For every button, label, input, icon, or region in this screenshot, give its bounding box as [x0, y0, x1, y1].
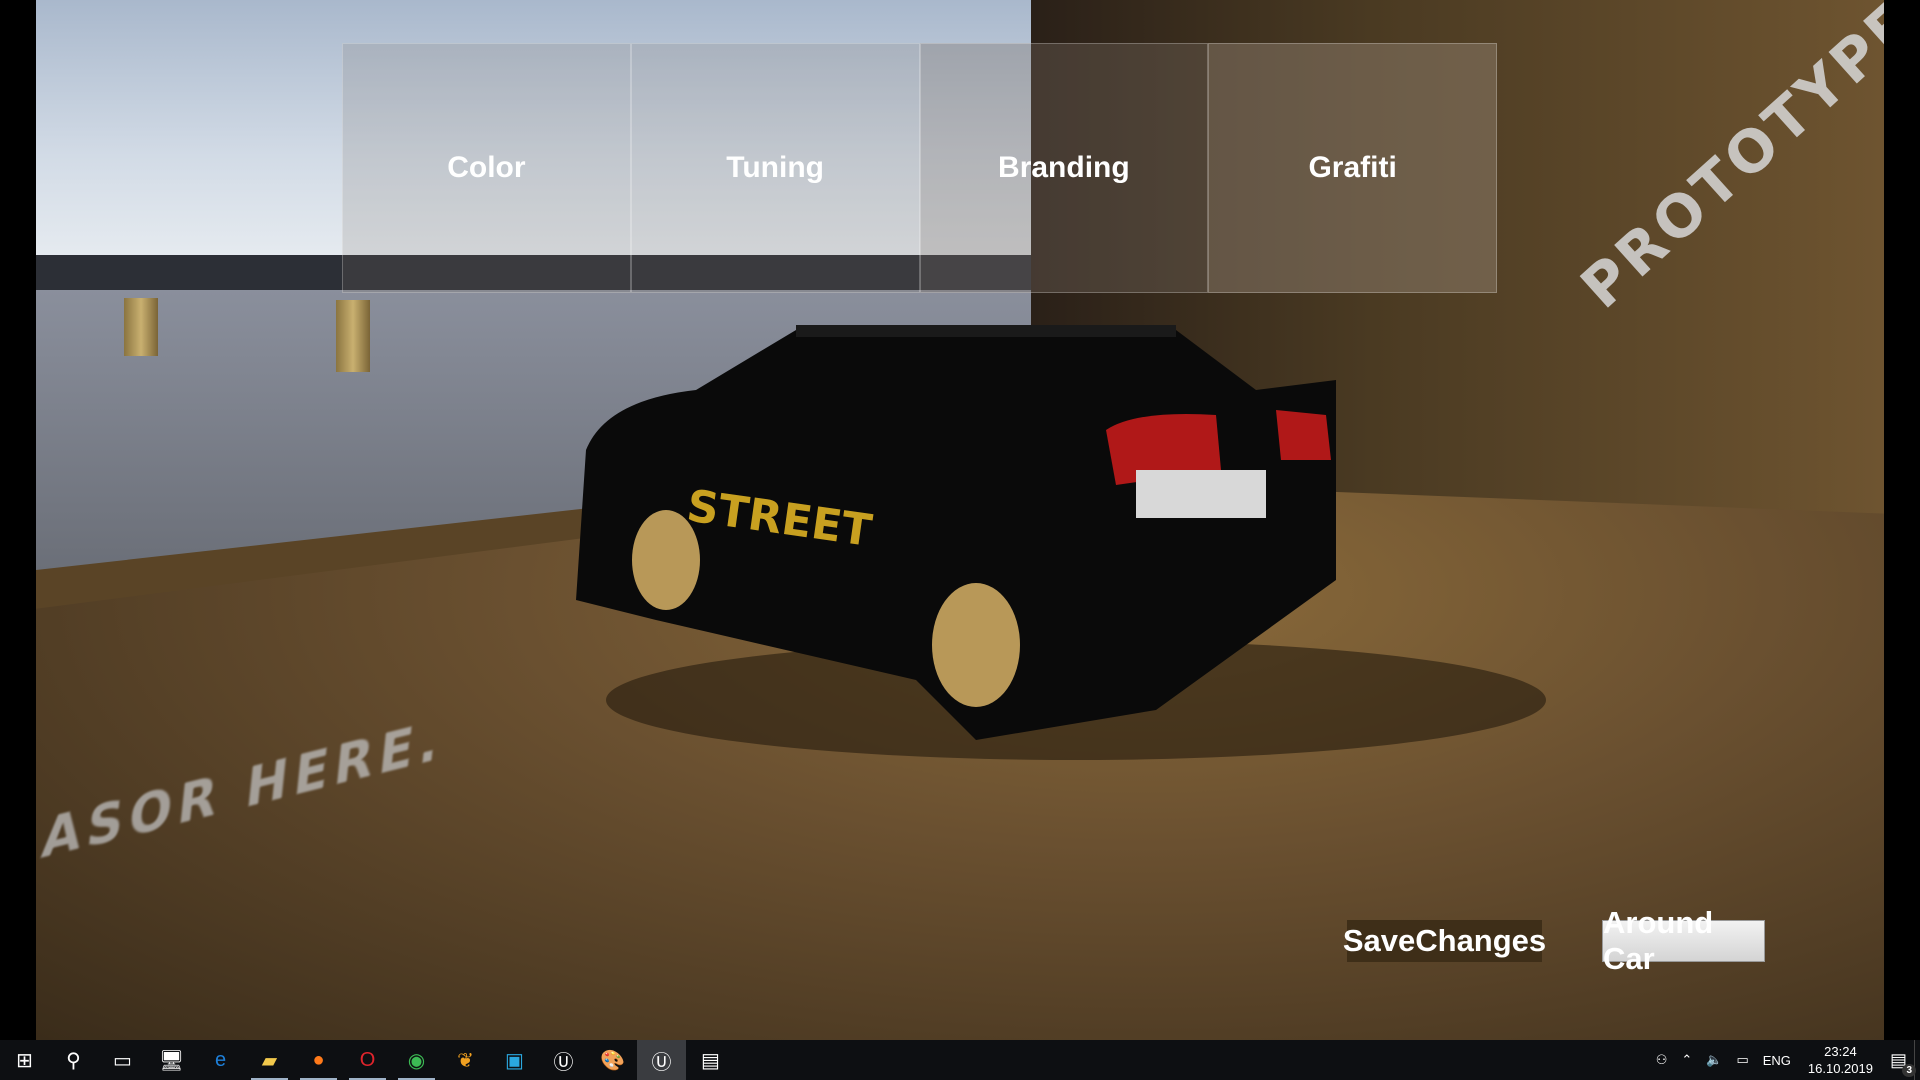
network-icon[interactable]: ▭ — [1729, 1052, 1755, 1068]
tab-grafiti[interactable]: Grafiti — [1208, 43, 1497, 293]
tab-branding[interactable]: Branding — [919, 43, 1209, 293]
game-viewport: PROTOTYPE ASOR HERE. STREET Color Tuning… — [36, 0, 1884, 1040]
search-taskbar-button[interactable]: ⚲ — [49, 1040, 98, 1080]
unreal-engine-icon: Ⓤ — [553, 1051, 574, 1074]
customization-menu: Color Tuning Branding Grafiti — [342, 43, 1497, 293]
start-taskbar-button[interactable]: ⊞ — [0, 1040, 49, 1080]
clock-date: 16.10.2019 — [1807, 1061, 1873, 1076]
clock[interactable]: 23:24 16.10.2019 — [1798, 1043, 1883, 1077]
start-icon: ⊞ — [16, 1049, 33, 1072]
edge-taskbar-button[interactable]: e — [196, 1040, 245, 1080]
volume-icon[interactable]: 🔈 — [1699, 1052, 1729, 1068]
clock-time: 23:24 — [1824, 1044, 1857, 1059]
save-changes-button[interactable]: SaveChanges — [1343, 920, 1546, 962]
firefox-icon: ● — [312, 1048, 325, 1071]
taskbar: ⊞ ⚲ ▭ 🖥 e ▰ ● O ◉ ❦ ▣ Ⓤ 🎨 Ⓤ ▤ ⚇ ⌃ 🔈 ▭ ENG 23:24 16.10.… — [0, 1040, 1920, 1080]
video-editor-icon: ▣ — [505, 1049, 524, 1072]
system-tray: ⚇ ⌃ 🔈 ▭ ENG 23:24 16.10.2019 ▤ 3 — [1649, 1040, 1920, 1080]
action-center-icon[interactable]: ▤ 3 — [1883, 1050, 1916, 1077]
tab-color[interactable]: Color — [342, 43, 631, 293]
unreal-engine-icon: Ⓤ — [651, 1051, 672, 1074]
tab-tuning[interactable]: Tuning — [630, 43, 920, 293]
resource-monitor-taskbar-button[interactable]: ▤ — [686, 1040, 735, 1080]
bollard — [336, 300, 370, 372]
file-explorer-taskbar-button[interactable]: ▰ — [245, 1040, 294, 1080]
task-view-icon: ▭ — [113, 1049, 132, 1072]
search-icon: ⚲ — [66, 1049, 81, 1072]
paint-icon: 🎨 — [600, 1049, 625, 1072]
show-hidden-icons-icon[interactable]: ⌃ — [1674, 1052, 1699, 1068]
firefox-taskbar-button[interactable]: ● — [294, 1040, 343, 1080]
fl-studio-taskbar-button[interactable]: ❦ — [441, 1040, 490, 1080]
task-view-taskbar-button[interactable]: ▭ — [98, 1040, 147, 1080]
this-pc-icon: 🖥 — [158, 1049, 185, 1072]
notification-count: 3 — [1902, 1063, 1916, 1077]
unreal-engine-taskbar-button[interactable]: Ⓤ — [539, 1040, 588, 1080]
this-pc-taskbar-button[interactable]: 🖥 — [147, 1040, 196, 1080]
file-explorer-icon: ▰ — [261, 1049, 278, 1072]
opera-taskbar-button[interactable]: O — [343, 1040, 392, 1080]
bollard — [124, 298, 158, 356]
video-editor-taskbar-button[interactable]: ▣ — [490, 1040, 539, 1080]
paint-taskbar-button[interactable]: 🎨 — [588, 1040, 637, 1080]
unreal-engine-taskbar-button[interactable]: Ⓤ — [637, 1040, 686, 1080]
language-indicator[interactable]: ENG — [1756, 1053, 1798, 1068]
taskbar-apps: ⊞ ⚲ ▭ 🖥 e ▰ ● O ◉ ❦ ▣ Ⓤ 🎨 Ⓤ ▤ — [0, 1040, 735, 1080]
car-model: STREET — [576, 325, 1546, 760]
edge-icon: e — [214, 1048, 227, 1071]
people-icon[interactable]: ⚇ — [1649, 1052, 1675, 1068]
around-car-button[interactable]: Around Car — [1602, 905, 1765, 976]
chrome-taskbar-button[interactable]: ◉ — [392, 1040, 441, 1080]
resource-monitor-icon: ▤ — [701, 1049, 720, 1072]
chrome-icon: ◉ — [407, 1049, 426, 1072]
fl-studio-icon: ❦ — [457, 1049, 474, 1072]
opera-icon: O — [359, 1048, 376, 1071]
